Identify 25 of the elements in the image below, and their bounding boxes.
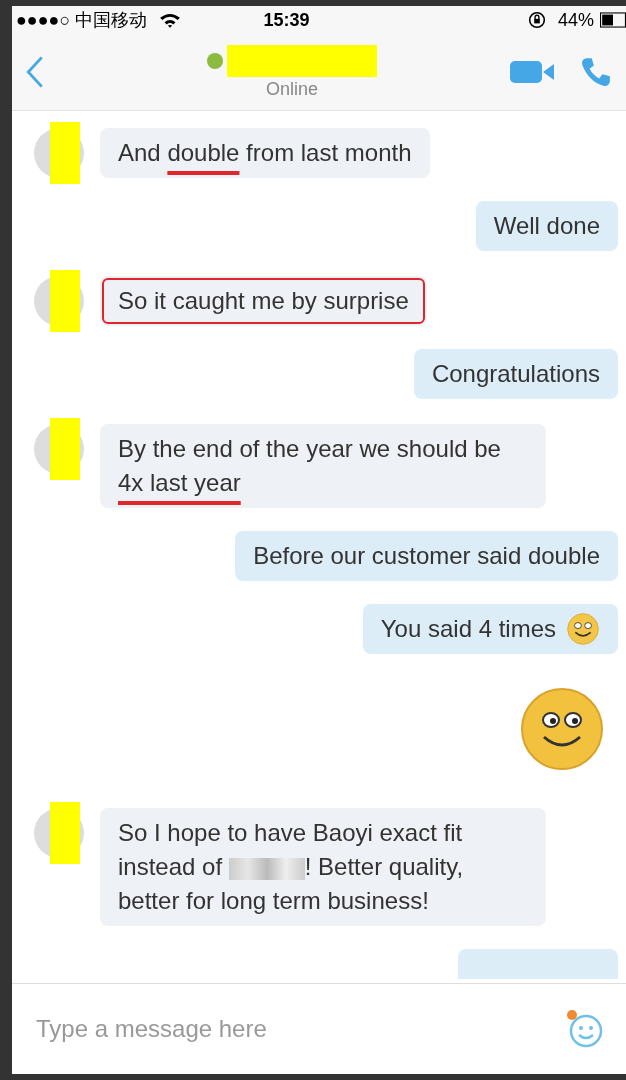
redaction-block <box>50 122 80 184</box>
message-bubble: So I hope to have Baoyi exact fit instead of ! Better quality, better for long term business! <box>100 808 546 926</box>
clock-text: 15:39 <box>263 9 310 31</box>
carrier-text: ●●●●○ 中国移动 <box>16 9 148 32</box>
video-call-icon[interactable] <box>510 59 554 85</box>
message-bubble: And double from last month <box>100 128 430 178</box>
message-bubble: So it caught me by surprise <box>100 276 427 326</box>
message-bubble: Well done <box>475 201 618 251</box>
back-icon[interactable] <box>26 55 44 89</box>
redaction-block <box>50 418 80 480</box>
redaction-block <box>50 802 80 864</box>
message-bubble: By the end of the year we should be 4x last year <box>100 424 546 508</box>
message-bubble: You said 4 times <box>362 604 618 654</box>
battery-icon <box>600 12 626 28</box>
message-input[interactable]: Type a message here <box>34 1014 554 1044</box>
presence-status: Online <box>266 78 318 100</box>
phone-call-icon[interactable] <box>580 56 612 88</box>
wifi-icon <box>159 12 182 28</box>
emoticon-picker-icon[interactable] <box>564 1009 604 1049</box>
battery-text: 44% <box>557 9 594 31</box>
rotation-lock-icon <box>527 11 546 29</box>
message-bubble: Before our customer said double <box>235 531 618 581</box>
message-bubble: Congratulations <box>413 349 618 399</box>
redaction-block <box>50 270 80 332</box>
smiley-emoticon <box>520 687 604 771</box>
